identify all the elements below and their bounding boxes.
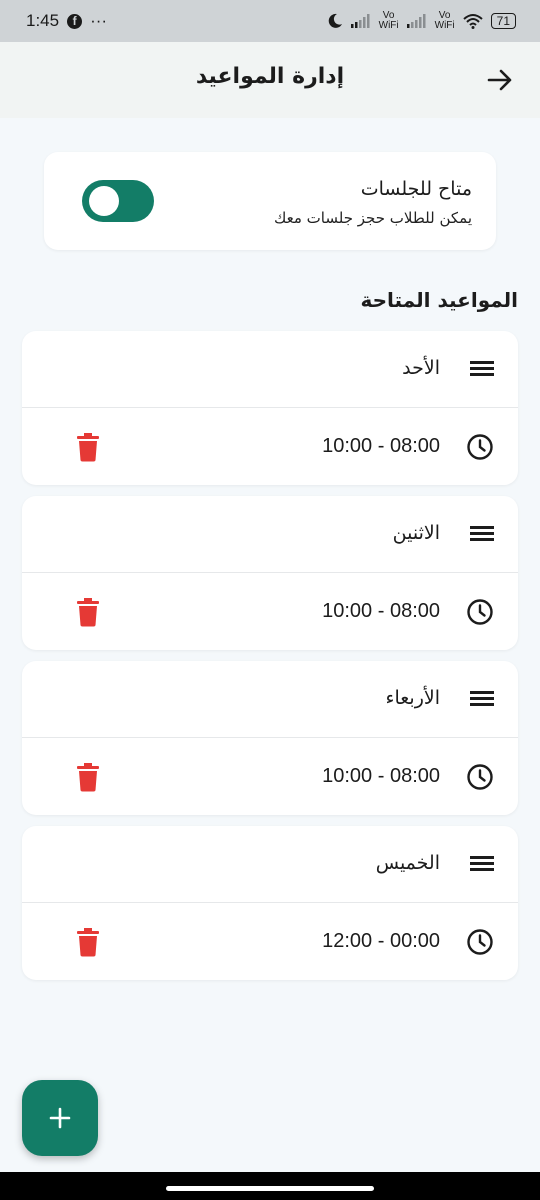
time-range: 12:00 - 00:00: [322, 930, 440, 952]
day-name: الأربعاء: [385, 687, 440, 709]
day-card-header: الاثنين: [22, 496, 518, 573]
time-range: 10:00 - 08:00: [322, 600, 440, 622]
status-bar: 1:45 f ··· Vo WiFi Vo WiFi 71: [0, 0, 540, 42]
day-card: الخميس 12:00 - 00:00: [22, 826, 518, 980]
day-card-header: الأحد: [22, 331, 518, 408]
vowifi-label-2: Vo WiFi: [434, 10, 455, 31]
day-card: الأربعاء 10:00 - 08:00: [22, 661, 518, 815]
time-range: 10:00 - 08:00: [322, 435, 440, 457]
moon-icon: [328, 13, 342, 28]
clock-icon: [467, 764, 493, 790]
add-slot-button[interactable]: [22, 1080, 98, 1156]
drag-handle-icon[interactable]: [470, 361, 494, 377]
drag-handle-icon[interactable]: [470, 526, 494, 542]
time-range: 10:00 - 08:00: [322, 765, 440, 787]
trash-icon[interactable]: [76, 597, 100, 627]
plus-icon: [49, 1107, 71, 1129]
battery-icon: 71: [490, 13, 516, 29]
toggle-knob: [89, 186, 119, 216]
day-name: الأحد: [402, 357, 440, 379]
section-title: المواعيد المتاحة: [360, 288, 519, 312]
clock-icon: [467, 929, 493, 955]
clock-icon: [467, 599, 493, 625]
trash-icon[interactable]: [76, 762, 100, 792]
availability-toggle[interactable]: [82, 180, 154, 222]
availability-subtitle: يمكن للطلاب حجز جلسات معك: [274, 209, 472, 227]
day-name: الخميس: [375, 852, 440, 874]
signal-icon: [350, 14, 370, 28]
more-notifications-icon: ···: [90, 11, 108, 30]
trash-icon[interactable]: [76, 432, 100, 462]
day-card-header: الأربعاء: [22, 661, 518, 738]
page-title: إدارة المواعيد: [195, 64, 345, 89]
availability-title: متاح للجلسات: [360, 178, 472, 200]
day-card-header: الخميس: [22, 826, 518, 903]
status-left: 1:45 f ···: [26, 11, 107, 31]
day-card: الأحد 10:00 - 08:00: [22, 331, 518, 485]
facebook-notification-icon: f: [67, 13, 83, 29]
day-name: الاثنين: [392, 522, 440, 544]
day-card: الاثنين 10:00 - 08:00: [22, 496, 518, 650]
home-gesture-handle[interactable]: [166, 1186, 374, 1191]
arrow-right-icon: [487, 69, 512, 91]
drag-handle-icon[interactable]: [470, 691, 494, 707]
clock-icon: [467, 434, 493, 460]
status-time: 1:45: [26, 11, 60, 30]
system-nav-bar: [0, 1172, 540, 1200]
signal-icon-2: [406, 14, 426, 28]
drag-handle-icon[interactable]: [470, 856, 494, 872]
back-button[interactable]: [484, 64, 516, 96]
availability-card: متاح للجلسات يمكن للطلاب حجز جلسات معك: [44, 152, 496, 250]
status-right: Vo WiFi Vo WiFi 71: [327, 11, 516, 31]
wifi-icon: [462, 14, 483, 29]
trash-icon[interactable]: [76, 927, 100, 957]
app-header: إدارة المواعيد: [0, 42, 540, 118]
vowifi-label-1: Vo WiFi: [378, 10, 399, 31]
